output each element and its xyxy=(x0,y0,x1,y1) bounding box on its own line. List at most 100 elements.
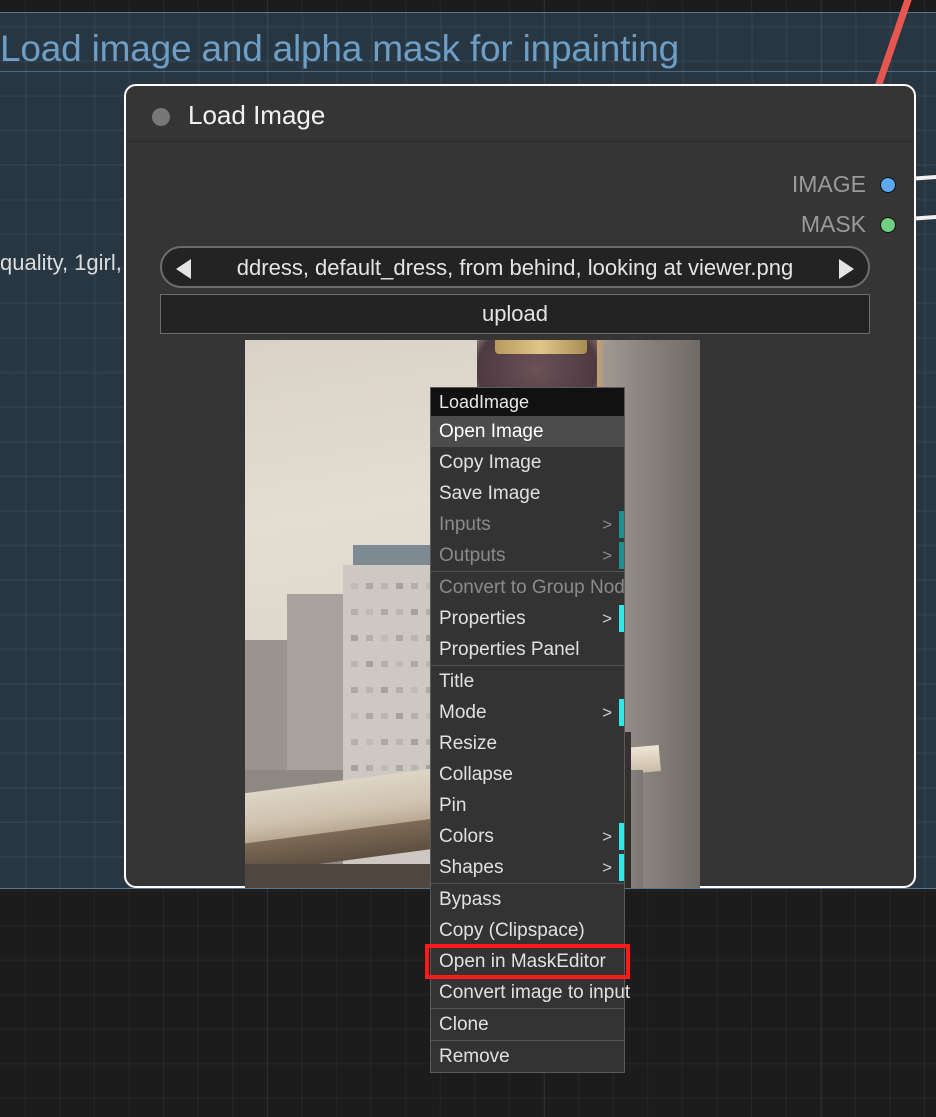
context-menu-item-mode[interactable]: Mode > xyxy=(431,697,624,728)
context-menu-item-label: Copy (Clipspace) xyxy=(439,920,585,941)
context-menu-item-properties-panel[interactable]: Properties Panel xyxy=(431,634,624,665)
upload-button-label: upload xyxy=(481,301,549,326)
preview-window xyxy=(396,661,403,667)
preview-window xyxy=(396,583,403,589)
context-menu-item-clone[interactable]: Clone xyxy=(431,1009,624,1040)
context-menu-item-remove[interactable]: Remove xyxy=(431,1041,624,1072)
preview-window xyxy=(396,687,403,693)
context-menu-item-label: Open Image xyxy=(439,421,544,442)
preview-window xyxy=(366,687,373,693)
preview-window xyxy=(366,609,373,615)
context-menu-item-label: Outputs xyxy=(439,545,506,566)
context-menu-item-inputs: Inputs > xyxy=(431,509,624,540)
context-menu-item-label: Copy Image xyxy=(439,452,542,473)
preview-window xyxy=(351,713,358,719)
output-slot-image-label: IMAGE xyxy=(791,171,866,197)
output-slot-mask-label: MASK xyxy=(800,211,866,237)
context-menu-item-outputs: Outputs > xyxy=(431,540,624,571)
preview-window xyxy=(351,609,358,615)
preview-window xyxy=(366,765,373,771)
preview-window xyxy=(381,765,388,771)
preview-window xyxy=(381,609,388,615)
context-menu-item-resize[interactable]: Resize xyxy=(431,728,624,759)
preview-window xyxy=(411,739,418,745)
context-menu-item-label: Mode xyxy=(439,702,487,723)
context-menu-item-label: Clone xyxy=(439,1014,489,1035)
context-menu-item-label: Collapse xyxy=(439,764,513,785)
upload-button[interactable]: upload xyxy=(160,294,870,334)
submenu-chevron-icon: > xyxy=(602,609,612,628)
context-menu-item-properties[interactable]: Properties > xyxy=(431,603,624,634)
context-menu-item-save-image[interactable]: Save Image xyxy=(431,478,624,509)
preview-window xyxy=(411,713,418,719)
preview-window xyxy=(366,583,373,589)
preview-headdress xyxy=(495,340,587,354)
preview-window xyxy=(366,713,373,719)
submenu-chevron-icon: > xyxy=(602,703,612,722)
node-context-menu[interactable]: LoadImage Open Image Copy Image Save Image… xyxy=(430,387,635,1073)
preview-window xyxy=(351,661,358,667)
preview-window xyxy=(381,739,388,745)
submenu-chevron-icon: > xyxy=(602,546,612,565)
context-menu-item-copy-image[interactable]: Copy Image xyxy=(431,447,624,478)
comfyui-canvas[interactable]: Load image and alpha mask for inpainting… xyxy=(0,0,936,1117)
submenu-chevron-icon: > xyxy=(602,858,612,877)
context-menu-item-label: Convert to Group Node xyxy=(439,577,636,598)
combo-next-arrow-icon[interactable] xyxy=(839,259,854,279)
context-menu-item-label: Title xyxy=(439,671,475,692)
preview-window xyxy=(411,609,418,615)
submenu-indicator-bar xyxy=(619,823,624,850)
preview-window xyxy=(366,661,373,667)
image-combo-widget[interactable]: ddress, default_dress, from behind, look… xyxy=(160,246,870,288)
submenu-chevron-icon: > xyxy=(602,827,612,846)
context-menu-item-title[interactable]: Title xyxy=(431,666,624,697)
context-menu-item-pin[interactable]: Pin xyxy=(431,790,624,821)
context-menu-item-label: Bypass xyxy=(439,889,502,910)
node-header[interactable]: Load Image xyxy=(126,86,914,142)
image-combo-value: ddress, default_dress, from behind, look… xyxy=(236,255,794,280)
preview-window xyxy=(411,583,418,589)
context-menu-header: LoadImage xyxy=(431,388,624,416)
context-menu-item-collapse[interactable]: Collapse xyxy=(431,759,624,790)
context-menu-item-label: Colors xyxy=(439,826,494,847)
preview-window xyxy=(351,583,358,589)
preview-window xyxy=(381,687,388,693)
group-title-bar[interactable]: Load image and alpha mask for inpainting xyxy=(0,12,936,72)
context-menu-item-label: Open in MaskEditor xyxy=(439,951,606,972)
group-title: Load image and alpha mask for inpainting xyxy=(0,28,680,69)
preview-window xyxy=(411,635,418,641)
node-title: Load Image xyxy=(188,100,326,130)
preview-window xyxy=(366,635,373,641)
preview-window xyxy=(381,661,388,667)
context-menu-item-label: Pin xyxy=(439,795,467,816)
preview-window xyxy=(396,739,403,745)
preview-window xyxy=(381,635,388,641)
preview-window xyxy=(396,713,403,719)
preview-window xyxy=(396,635,403,641)
preview-window xyxy=(351,687,358,693)
context-menu-item-label: Properties Panel xyxy=(439,639,580,660)
context-menu-item-open-in-maskeditor[interactable]: Open in MaskEditor xyxy=(431,946,624,977)
context-menu-item-convert-image-to-input[interactable]: Convert image to input xyxy=(431,977,630,1008)
collapse-dot-icon[interactable] xyxy=(152,108,170,126)
output-dot-image-icon[interactable] xyxy=(880,177,896,193)
context-menu-item-open-image[interactable]: Open Image xyxy=(431,416,624,447)
preview-window xyxy=(351,739,358,745)
context-menu-item-shapes[interactable]: Shapes > xyxy=(431,852,624,883)
preview-building-top xyxy=(353,545,438,567)
context-menu-item-label: Save Image xyxy=(439,483,541,504)
context-menu-item-label: Resize xyxy=(439,733,498,754)
context-menu-item-copy-clipspace[interactable]: Copy (Clipspace) xyxy=(431,915,624,946)
context-menu-item-bypass[interactable]: Bypass xyxy=(431,884,624,915)
preview-window xyxy=(411,661,418,667)
preview-window xyxy=(351,765,358,771)
submenu-indicator-bar xyxy=(619,854,624,881)
output-dot-mask-icon[interactable] xyxy=(880,217,896,233)
preview-window xyxy=(396,765,403,771)
submenu-indicator-bar xyxy=(619,511,624,538)
context-menu-item-label: Remove xyxy=(439,1046,510,1067)
context-menu-item-label: Convert image to input xyxy=(439,982,631,1003)
submenu-indicator-bar xyxy=(619,699,624,726)
context-menu-item-colors[interactable]: Colors > xyxy=(431,821,624,852)
submenu-indicator-bar xyxy=(619,605,624,632)
